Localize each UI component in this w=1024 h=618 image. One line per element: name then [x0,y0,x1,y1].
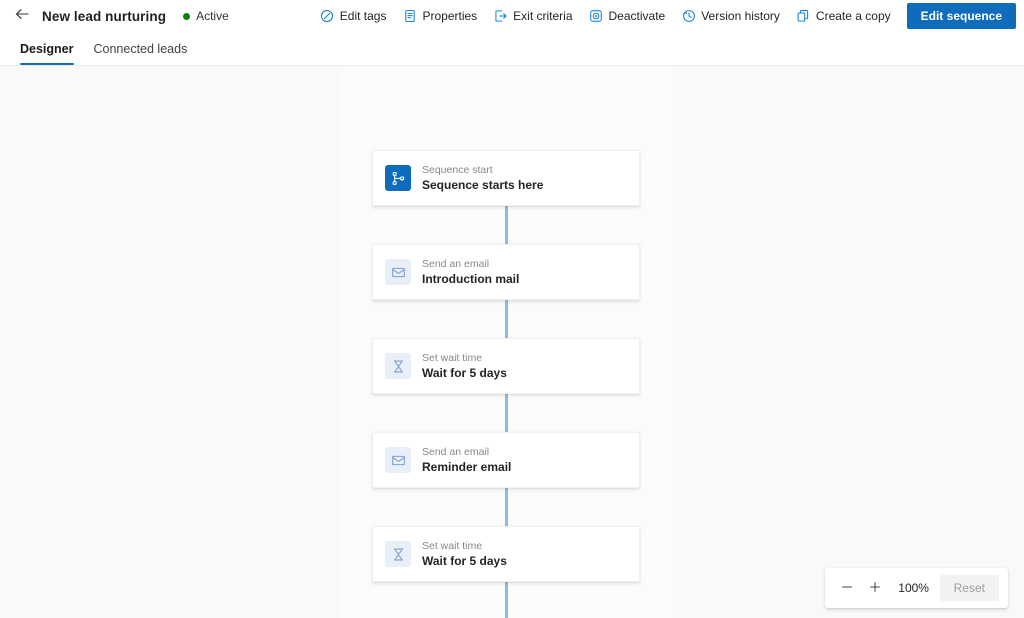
email-icon [385,259,411,285]
deactivate-label: Deactivate [608,9,666,23]
deactivate-icon [589,9,604,24]
node-sequence-start[interactable]: Sequence start Sequence starts here [372,150,640,206]
exit-criteria-button[interactable]: Exit criteria [485,0,580,32]
properties-label: Properties [422,9,478,23]
document-icon [402,9,417,24]
connector-5 [505,582,508,618]
connector-4 [505,488,508,526]
plus-icon [868,580,882,597]
node-reminder-email[interactable]: Send an email Reminder email [372,432,640,488]
node-title: Sequence starts here [422,178,544,192]
edit-sequence-button[interactable]: Edit sequence [906,3,1016,29]
history-icon [681,9,696,24]
command-bar-actions: Edit tags Properties Exit criteria Deact… [312,0,1024,32]
status-badge: Active [183,9,229,23]
tab-designer-label: Designer [20,41,74,56]
tab-designer[interactable]: Designer [10,32,84,65]
connector-2 [505,300,508,338]
tab-bar: Designer Connected leads [0,32,1024,66]
copy-icon [796,9,811,24]
node-text: Send an email Reminder email [422,445,511,475]
create-a-copy-button[interactable]: Create a copy [788,0,899,32]
email-icon [385,447,411,473]
node-wait-2[interactable]: Set wait time Wait for 5 days [372,526,640,582]
node-subtitle: Send an email [422,446,490,458]
tag-icon [320,9,335,24]
exit-criteria-label: Exit criteria [513,9,573,23]
status-label: Active [196,9,229,23]
hourglass-icon [385,541,411,567]
deactivate-button[interactable]: Deactivate [581,0,674,32]
edit-tags-label: Edit tags [339,9,387,23]
page-title: New lead nurturing [42,8,167,24]
node-title: Reminder email [422,460,512,474]
node-subtitle: Set wait time [422,540,483,552]
zoom-in-button[interactable] [862,575,888,601]
node-introduction-mail[interactable]: Send an email Introduction mail [372,244,640,300]
back-button[interactable] [8,2,36,30]
node-wait-1[interactable]: Set wait time Wait for 5 days [372,338,640,394]
node-text: Send an email Introduction mail [422,257,519,287]
connector-1 [505,206,508,244]
version-history-label: Version history [701,9,780,23]
node-text: Sequence start Sequence starts here [422,163,543,193]
connector-3 [505,394,508,432]
version-history-button[interactable]: Version history [673,0,788,32]
node-title: Introduction mail [422,272,520,286]
properties-button[interactable]: Properties [394,0,485,32]
zoom-reset-button[interactable]: Reset [939,575,999,601]
node-title: Wait for 5 days [422,366,507,380]
edit-tags-button[interactable]: Edit tags [312,0,395,32]
zoom-out-button[interactable] [834,575,860,601]
create-a-copy-label: Create a copy [815,9,891,23]
tab-connected-leads[interactable]: Connected leads [84,32,198,65]
zoom-level-value: 100% [898,581,929,595]
sequence-start-icon [385,165,411,191]
node-subtitle: Sequence start [422,164,493,176]
tab-connected-leads-label: Connected leads [93,41,188,56]
hourglass-icon [385,353,411,379]
zoom-controls: 100% Reset [824,568,1008,608]
status-dot-icon [183,12,191,20]
node-subtitle: Set wait time [422,352,483,364]
sequence-designer-canvas[interactable]: Sequence start Sequence starts here Send… [0,66,1024,618]
minus-icon [840,580,854,597]
exit-icon [493,9,508,24]
node-title: Wait for 5 days [422,554,507,568]
node-text: Set wait time Wait for 5 days [422,351,507,381]
arrow-left-icon [14,6,30,27]
node-text: Set wait time Wait for 5 days [422,539,507,569]
node-subtitle: Send an email [422,258,490,270]
command-bar: New lead nurturing Active Edit tags Prop… [0,0,1024,32]
